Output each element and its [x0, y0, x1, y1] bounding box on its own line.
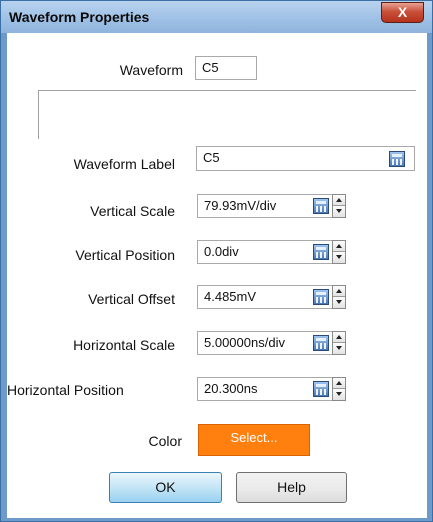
spin-up-arrow-icon[interactable] — [333, 332, 345, 343]
spin-up-arrow-icon[interactable] — [333, 378, 345, 389]
title-bar[interactable]: Waveform Properties X — [1, 1, 432, 33]
calculator-icon[interactable] — [313, 244, 329, 260]
spin-up-arrow-icon[interactable] — [333, 241, 345, 252]
spin-down-arrow-icon[interactable] — [333, 343, 345, 354]
spin-down-arrow-icon[interactable] — [333, 252, 345, 263]
close-button[interactable]: X — [381, 2, 424, 23]
waveform-label-input[interactable]: C5 — [196, 146, 415, 171]
vertical-position-label: Vertical Position — [75, 247, 175, 263]
color-label: Color — [148, 433, 182, 449]
vertical-scale-label: Vertical Scale — [90, 203, 175, 219]
vertical-offset-spinner[interactable] — [332, 285, 346, 309]
spin-down-arrow-icon[interactable] — [333, 206, 345, 217]
ok-button[interactable]: OK — [109, 472, 222, 503]
close-icon: X — [397, 4, 408, 20]
vertical-offset-label: Vertical Offset — [88, 291, 175, 307]
vertical-scale-spinner[interactable] — [332, 194, 346, 218]
description-area — [38, 90, 416, 139]
help-button[interactable]: Help — [236, 472, 347, 503]
horizontal-scale-label: Horizontal Scale — [73, 337, 175, 353]
waveform-properties-dialog: Waveform Properties X Waveform C5 Wavefo… — [0, 0, 433, 522]
horizontal-position-spinner[interactable] — [332, 377, 346, 401]
vertical-position-spinner[interactable] — [332, 240, 346, 264]
calculator-icon[interactable] — [313, 289, 329, 305]
horizontal-scale-spinner[interactable] — [332, 331, 346, 355]
calculator-icon[interactable] — [313, 381, 329, 397]
spin-up-arrow-icon[interactable] — [333, 195, 345, 206]
spin-down-arrow-icon[interactable] — [333, 389, 345, 400]
horizontal-position-label: Horizontal Position — [7, 382, 124, 398]
window-title: Waveform Properties — [9, 9, 150, 25]
calculator-icon[interactable] — [313, 198, 329, 214]
calculator-icon[interactable] — [389, 151, 405, 167]
color-select-button[interactable]: Select... — [198, 424, 310, 456]
spin-up-arrow-icon[interactable] — [333, 286, 345, 297]
dialog-body: Waveform C5 Waveform Label C5 Vertical S… — [7, 33, 427, 518]
waveform-label-caption: Waveform Label — [73, 156, 175, 172]
spin-down-arrow-icon[interactable] — [333, 297, 345, 308]
calculator-icon[interactable] — [313, 335, 329, 351]
waveform-value: C5 — [195, 56, 257, 80]
waveform-label: Waveform — [119, 62, 183, 78]
